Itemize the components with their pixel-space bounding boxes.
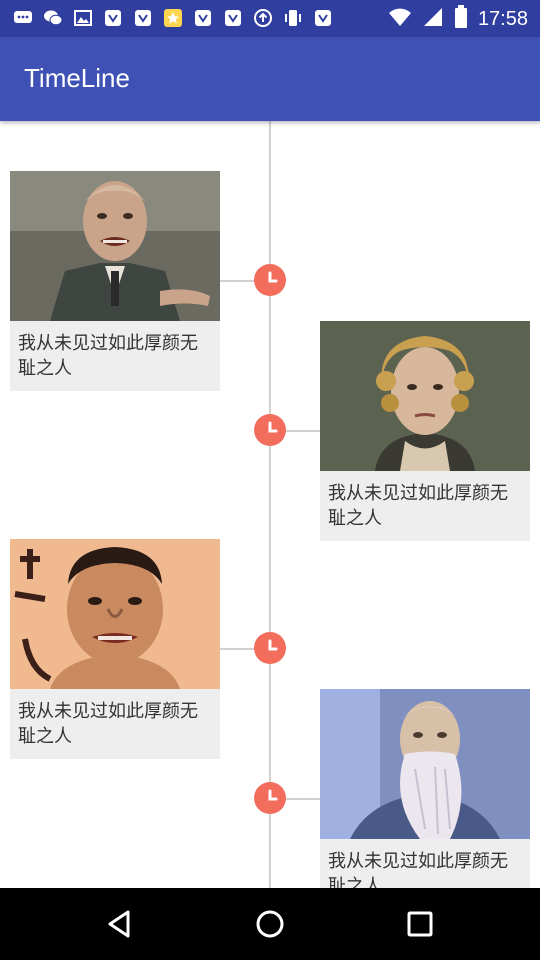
card-image [320, 689, 530, 839]
chat-icon [12, 7, 34, 29]
status-bar: 17:58 [0, 0, 540, 37]
wifi-icon [388, 6, 412, 33]
timeline-card[interactable]: 我从未见过如此厚颜无耻之人 [320, 689, 530, 888]
recents-icon[interactable] [400, 904, 440, 944]
notification-icons [12, 7, 334, 29]
timeline-list[interactable]: 我从未见过如此厚颜无耻之人 我从未见过如此厚颜无耻之人 我从未见过如此厚颜无耻之… [0, 121, 540, 888]
app-icon [102, 7, 124, 29]
timeline-card[interactable]: 我从未见过如此厚颜无耻之人 [10, 539, 220, 759]
card-image [10, 539, 220, 689]
card-caption: 我从未见过如此厚颜无耻之人 [328, 851, 508, 888]
card-caption: 我从未见过如此厚颜无耻之人 [18, 701, 198, 747]
wechat-icon [42, 7, 64, 29]
card-image [320, 321, 530, 471]
app-icon [222, 7, 244, 29]
navigation-bar [0, 888, 540, 960]
battery-icon [454, 5, 468, 34]
vibrate-icon [282, 7, 304, 29]
card-caption: 我从未见过如此厚颜无耻之人 [18, 333, 198, 379]
timeline-card[interactable]: 我从未见过如此厚颜无耻之人 [320, 321, 530, 541]
clock-node-icon [254, 632, 286, 664]
clock-node-icon [254, 782, 286, 814]
app-icon [192, 7, 214, 29]
app-icon [312, 7, 334, 29]
timeline-connector [220, 648, 254, 650]
home-icon[interactable] [250, 904, 290, 944]
timeline-connector [220, 280, 254, 282]
card-caption: 我从未见过如此厚颜无耻之人 [328, 483, 508, 529]
timeline-card[interactable]: 我从未见过如此厚颜无耻之人 [10, 171, 220, 391]
app-icon [132, 7, 154, 29]
timeline-connector [286, 430, 320, 432]
signal-icon [422, 6, 444, 33]
timeline-connector [286, 798, 320, 800]
star-app-icon [162, 7, 184, 29]
page-title: TimeLine [24, 63, 130, 93]
clock-node-icon [254, 414, 286, 446]
card-image [10, 171, 220, 321]
timeline-axis [269, 121, 271, 888]
upload-icon [252, 7, 274, 29]
gallery-icon [72, 7, 94, 29]
back-icon[interactable] [100, 904, 140, 944]
system-status: 17:58 [388, 5, 528, 34]
clock: 17:58 [477, 8, 528, 30]
app-bar: TimeLine [0, 37, 540, 121]
clock-node-icon [254, 264, 286, 296]
